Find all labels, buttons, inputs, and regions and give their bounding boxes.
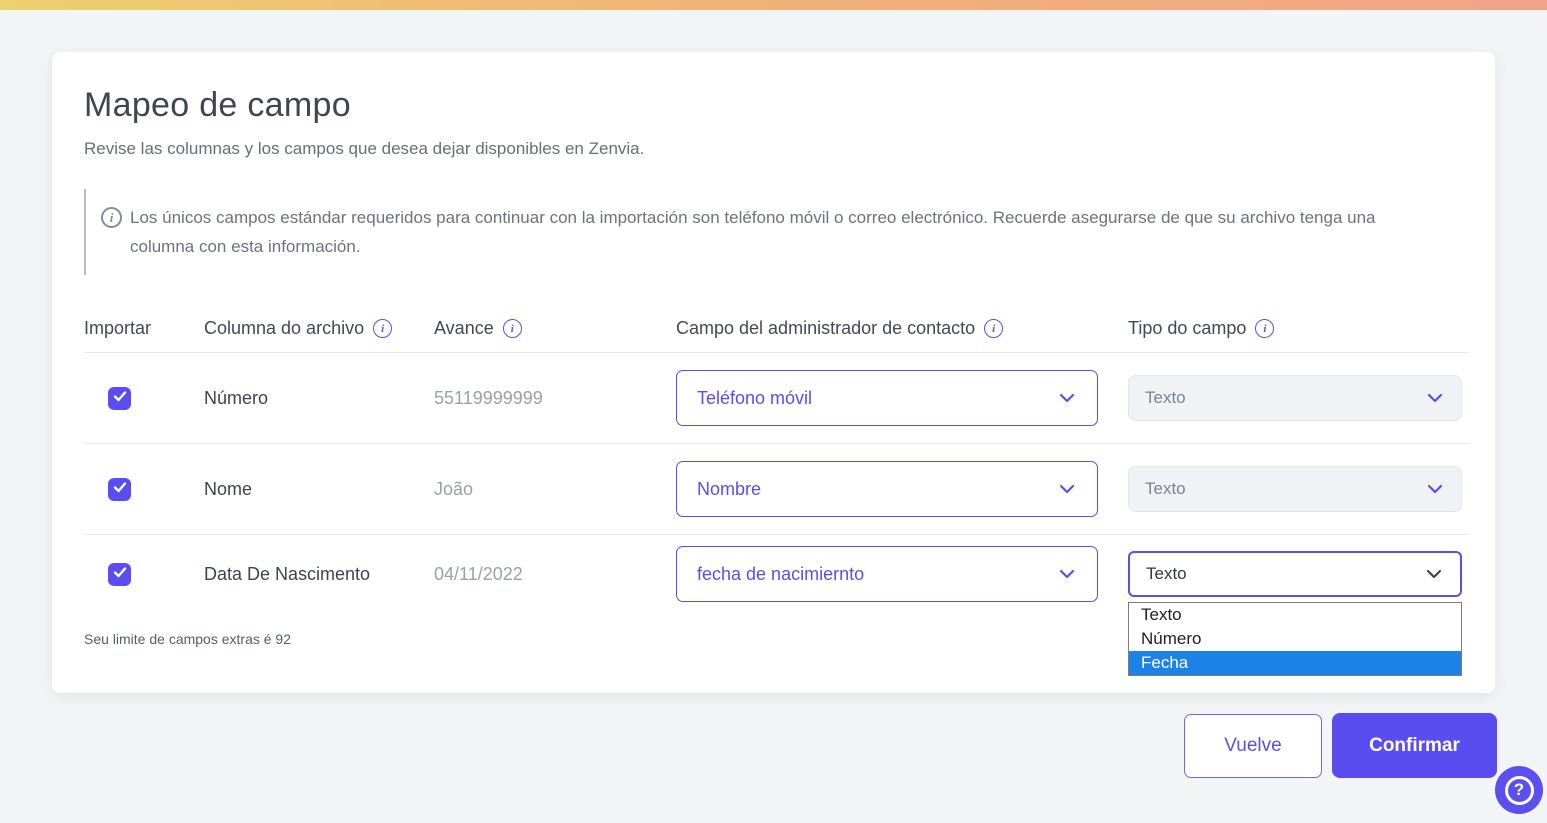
- chevron-down-icon: [1425, 479, 1445, 499]
- checkmark-icon: [113, 565, 127, 584]
- header-campo-administrador: Campo del administrador de contacto i: [676, 318, 1128, 339]
- field-type-select[interactable]: Texto: [1128, 466, 1462, 512]
- column-name: Número: [204, 387, 269, 408]
- info-icon[interactable]: i: [1255, 319, 1275, 338]
- header-tipo-campo: Tipo do campo i: [1128, 318, 1470, 339]
- back-button[interactable]: Vuelve: [1184, 713, 1322, 778]
- mapping-table: Importar Columna do archivo i Avance i C…: [84, 305, 1470, 676]
- preview-value: 55119999999: [434, 387, 543, 408]
- preview-value: João: [434, 478, 474, 499]
- table-row: Número 55119999999 Teléfono móvil Texto: [84, 353, 1470, 444]
- header-columna-archivo: Columna do archivo i: [204, 318, 434, 339]
- contact-field-select[interactable]: Teléfono móvil: [676, 370, 1098, 426]
- chevron-down-icon: [1057, 479, 1077, 499]
- import-checkbox[interactable]: [108, 477, 131, 501]
- column-name: Nome: [204, 478, 253, 499]
- header-avance: Avance i: [434, 318, 676, 339]
- chevron-down-icon: [1057, 564, 1077, 584]
- option-fecha[interactable]: Fecha: [1129, 651, 1461, 675]
- action-buttons: Vuelve Confirmar: [1184, 713, 1497, 778]
- field-type-select[interactable]: Texto: [1128, 375, 1462, 421]
- help-button[interactable]: ?: [1495, 766, 1543, 814]
- chevron-down-icon: [1425, 388, 1445, 408]
- confirm-button[interactable]: Confirmar: [1332, 713, 1497, 778]
- option-texto[interactable]: Texto: [1129, 603, 1461, 627]
- question-mark-icon: ?: [1504, 775, 1534, 805]
- page-subtitle: Revise las columnas y los campos que des…: [84, 139, 645, 158]
- chevron-down-icon: [1424, 564, 1444, 584]
- option-numero[interactable]: Número: [1129, 627, 1461, 651]
- chevron-down-icon: [1057, 388, 1077, 408]
- header-importar: Importar: [84, 318, 152, 338]
- table-row: Nome João Nombre Texto: [84, 444, 1470, 535]
- info-icon: i: [101, 207, 122, 228]
- info-icon[interactable]: i: [373, 319, 393, 338]
- table-header-row: Importar Columna do archivo i Avance i C…: [84, 305, 1470, 353]
- table-row: Data De Nascimento 04/11/2022 fecha de n…: [84, 535, 1470, 676]
- contact-field-select[interactable]: fecha de nacimiernto: [676, 546, 1098, 602]
- checkmark-icon: [113, 480, 127, 499]
- info-icon[interactable]: i: [984, 319, 1004, 338]
- page-title: Mapeo de campo: [84, 86, 351, 124]
- field-type-select-open[interactable]: Texto: [1128, 551, 1462, 597]
- type-options-dropdown: Texto Número Fecha: [1128, 602, 1462, 676]
- checkmark-icon: [113, 389, 127, 408]
- info-icon[interactable]: i: [502, 319, 522, 338]
- info-note: i Los únicos campos estándar requeridos …: [84, 189, 1470, 275]
- import-checkbox[interactable]: [108, 386, 131, 410]
- import-checkbox[interactable]: [108, 562, 131, 586]
- top-accent-bar: [0, 0, 1547, 10]
- info-note-text: Los únicos campos estándar requeridos pa…: [130, 208, 1376, 256]
- column-name: Data De Nascimento: [204, 563, 371, 584]
- field-mapping-card: Mapeo de campo Revise las columnas y los…: [52, 52, 1495, 693]
- preview-value: 04/11/2022: [434, 563, 523, 584]
- contact-field-select[interactable]: Nombre: [676, 461, 1098, 517]
